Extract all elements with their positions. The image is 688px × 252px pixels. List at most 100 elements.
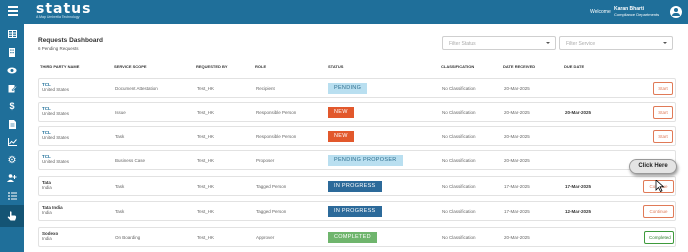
- date-received: 17-Mar-2025: [504, 209, 530, 214]
- table-row[interactable]: TCL United States Document Attestation T…: [38, 78, 676, 98]
- classification: No Classification: [442, 209, 476, 214]
- requested-by: Test_HK: [197, 209, 215, 214]
- role: Recipient: [256, 86, 275, 91]
- service-scope: Issue: [115, 110, 126, 115]
- date-received: 20-Mar-2025: [504, 110, 530, 115]
- user-department: Compliance Departments: [614, 12, 660, 17]
- start-button[interactable]: Start: [653, 106, 673, 119]
- service-scope: Business Case: [115, 158, 146, 163]
- file-icon: [8, 119, 16, 129]
- sidebar-item-reports[interactable]: [0, 133, 24, 151]
- service-scope: Task: [115, 184, 125, 189]
- classification: No Classification: [442, 110, 476, 115]
- logo-tagline: A Map Umbrella Technology: [36, 15, 80, 19]
- table-row[interactable]: TCL United States Task Test_HK Responsib…: [38, 126, 676, 146]
- chart-icon: [7, 138, 17, 146]
- status-badge: NEW: [328, 131, 354, 142]
- service-scope: Task: [115, 134, 125, 139]
- logo: status: [36, 1, 92, 17]
- sidebar-item-users[interactable]: [0, 169, 24, 187]
- column-header-classification: CLASSIFICATION: [441, 64, 475, 69]
- due-date: 20-Mar-2025: [565, 110, 592, 115]
- user-avatar-icon[interactable]: [670, 6, 682, 18]
- classification: No Classification: [442, 86, 476, 91]
- role: Tagged Person: [256, 209, 287, 214]
- sidebar-item-requests[interactable]: [0, 205, 24, 227]
- table-icon: [7, 30, 17, 38]
- sidebar-item-settings[interactable]: ⚙: [0, 151, 24, 169]
- requested-by: Test_HK: [197, 184, 215, 189]
- third-party-country: United States: [42, 111, 70, 116]
- sidebar-item-table[interactable]: [0, 25, 24, 43]
- status-badge: NEW: [328, 107, 354, 118]
- sidebar-item-building[interactable]: [0, 43, 24, 61]
- status-badge: COMPLETED: [328, 232, 377, 243]
- third-party-country: India: [42, 236, 52, 241]
- service-scope: Document Attestation: [115, 86, 158, 91]
- table-row[interactable]: Tata India India Task Test_HK Tagged Per…: [38, 201, 676, 221]
- completed-button[interactable]: Completed: [644, 231, 674, 244]
- continue-button[interactable]: Continue: [643, 205, 674, 218]
- service-scope: On Boarding: [115, 235, 141, 240]
- sidebar-item-file[interactable]: [0, 115, 24, 133]
- classification: No Classification: [442, 184, 476, 189]
- column-header-date-received: DATE RECEIVED: [503, 64, 536, 69]
- third-party-country: United States: [42, 159, 70, 164]
- requested-by: Test_HK: [197, 158, 215, 163]
- filter-status-placeholder: Filter Status: [449, 41, 476, 47]
- table-row[interactable]: TCL United States Business Case Test_HK …: [38, 150, 676, 170]
- status-badge: IN PROGRESS: [328, 181, 382, 192]
- requested-by: Test_HK: [197, 235, 215, 240]
- start-button[interactable]: Start: [653, 130, 673, 143]
- requested-by: Test_HK: [197, 110, 215, 115]
- sidebar-item-edit[interactable]: [0, 79, 24, 97]
- hamburger-menu-icon[interactable]: [8, 6, 18, 16]
- classification: No Classification: [442, 235, 476, 240]
- mouse-cursor-icon: [655, 180, 665, 192]
- start-button[interactable]: Start: [653, 82, 673, 95]
- column-header-service-scope: SERVICE SCOPE: [114, 64, 147, 69]
- date-received: 20-Mar-2025: [504, 86, 530, 91]
- filter-service-select[interactable]: Filter Service: [559, 36, 673, 50]
- role: Approver: [256, 235, 275, 240]
- welcome-text: Welcome: [590, 9, 611, 15]
- role: Proposer: [256, 158, 275, 163]
- date-received: 20-Mar-2025: [504, 134, 530, 139]
- role: Tagged Person: [256, 184, 287, 189]
- requested-by: Test_HK: [197, 134, 215, 139]
- date-received: 20-Mar-2025: [504, 158, 530, 163]
- column-header-third-party: THIRD PARTY NAME: [40, 64, 80, 69]
- status-badge: PENDING PROPOSER: [328, 155, 403, 166]
- third-party-country: United States: [42, 135, 70, 140]
- list-icon: [7, 192, 17, 200]
- third-party-country: India: [42, 185, 52, 190]
- sidebar-item-list[interactable]: [0, 187, 24, 205]
- due-date: 17-Mar-2025: [565, 184, 592, 189]
- filter-status-select[interactable]: Filter Status: [442, 36, 556, 50]
- table-row[interactable]: TCL United States Issue Test_HK Responsi…: [38, 102, 676, 122]
- third-party-country: India: [42, 210, 52, 215]
- edit-document-icon: [8, 84, 17, 92]
- third-party-country: United States: [42, 87, 70, 92]
- classification: No Classification: [442, 134, 476, 139]
- hand-pointer-icon: [7, 211, 17, 221]
- page-subtitle: 6 Pending Requests: [38, 46, 79, 51]
- table-row[interactable]: Sodexo India On Boarding Test_HK Approve…: [38, 227, 676, 247]
- dollar-icon: $: [9, 101, 15, 111]
- role: Responsible Person: [256, 134, 297, 139]
- column-header-due-date: DUE DATE: [564, 64, 585, 69]
- column-header-status: STATUS: [328, 64, 344, 69]
- table-row[interactable]: Tata India Task Test_HK Tagged Person IN…: [38, 176, 676, 196]
- requested-by: Test_HK: [197, 86, 215, 91]
- service-scope: Task: [115, 209, 125, 214]
- sidebar-item-eye[interactable]: [0, 61, 24, 79]
- eye-icon: [7, 67, 17, 73]
- date-received: 17-Mar-2025: [504, 184, 530, 189]
- column-header-role: ROLE: [255, 64, 267, 69]
- chevron-down-icon: [546, 42, 550, 44]
- role: Responsible Person: [256, 110, 297, 115]
- building-icon: [9, 47, 15, 57]
- gear-icon: ⚙: [7, 154, 17, 166]
- chevron-down-icon: [663, 42, 667, 44]
- sidebar-item-finance[interactable]: $: [0, 97, 24, 115]
